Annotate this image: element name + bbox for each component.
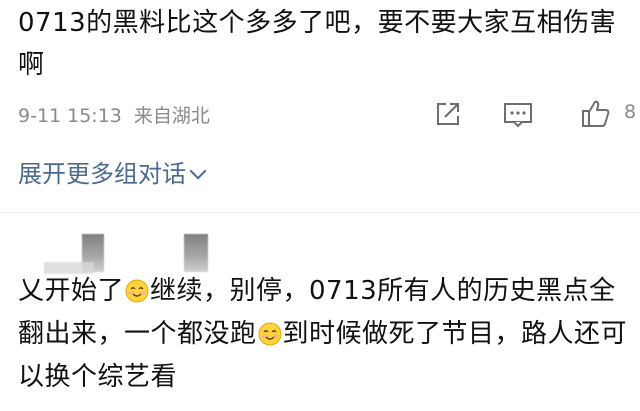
share-icon xyxy=(437,103,459,125)
chevron-down-icon xyxy=(189,162,207,180)
divider xyxy=(0,212,640,213)
smile-emoji-icon xyxy=(125,279,149,303)
comment-text: 0713的黑料比这个多多了吧，要不要大家互相伤害啊 xyxy=(18,8,617,80)
expand-conversation-link[interactable]: 展开更多组对话 xyxy=(18,154,207,189)
expand-label: 展开更多组对话 xyxy=(18,160,186,188)
comment-button[interactable] xyxy=(500,96,536,132)
comment-icon xyxy=(504,103,532,128)
like-count: 8 xyxy=(624,101,637,123)
blurred-avatar-fragment xyxy=(184,234,208,272)
comment-thread: 0713的黑料比这个多多了吧，要不要大家互相伤害啊 9-11 15:13 来自湖北 xyxy=(0,0,640,411)
comment-location: 来自湖北 xyxy=(133,105,210,127)
comment-meta-row: 9-11 15:13 来自湖北 8 xyxy=(18,96,640,132)
thumbs-up-icon xyxy=(582,100,610,127)
share-button[interactable] xyxy=(430,96,466,132)
reply-text: 乂开始了 继续，别停，0713所有人的历史黑点全翻出来，一个都没跑 到时候做死了… xyxy=(18,270,636,399)
like-button[interactable] xyxy=(578,96,614,132)
smile-emoji-icon xyxy=(258,322,282,346)
comment-meta: 9-11 15:13 来自湖北 xyxy=(18,101,210,128)
reply-text-part: 乂开始了 xyxy=(18,276,125,306)
comment-date: 9-11 xyxy=(18,105,62,127)
comment-time: 15:13 xyxy=(67,105,122,127)
